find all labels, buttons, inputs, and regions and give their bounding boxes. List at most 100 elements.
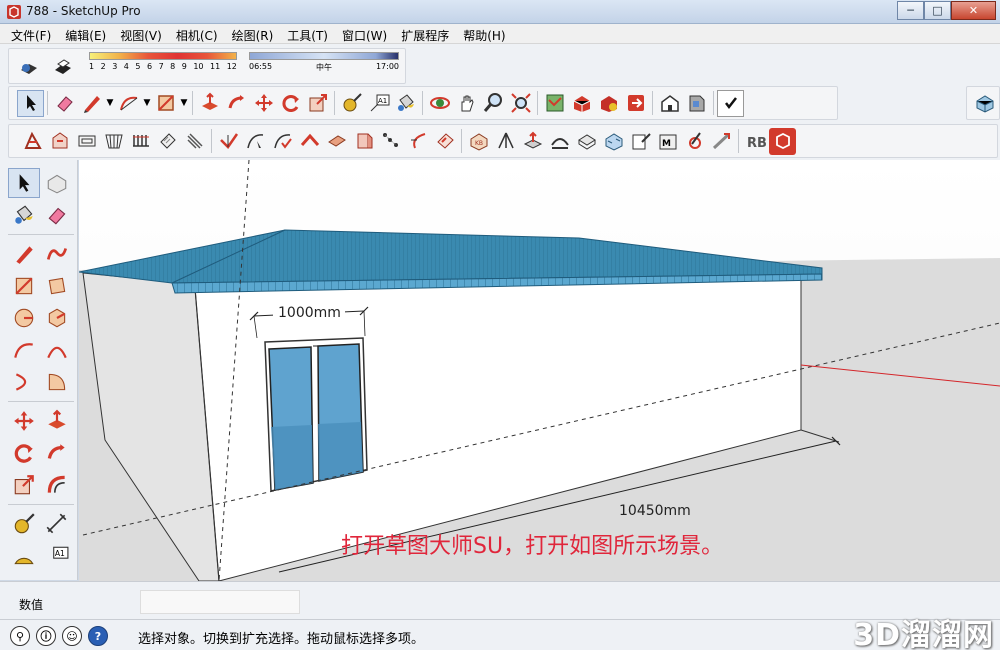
model-viewport[interactable]: 1000mm 10450mm 打开草图大师SU，打开如图所示场景。 — [79, 160, 1000, 581]
sketchup-extension-icon[interactable] — [769, 127, 796, 155]
menu-window[interactable]: 窗口(W) — [335, 24, 394, 44]
plugin-tool-23-icon[interactable] — [627, 128, 654, 155]
3d-warehouse-icon[interactable] — [568, 90, 595, 117]
paint-bucket-icon[interactable] — [8, 200, 40, 230]
credits-icon[interactable]: ⓘ — [36, 626, 56, 646]
plugin-tool-6-icon[interactable] — [154, 128, 181, 155]
plugin-tool-11-icon[interactable] — [296, 128, 323, 155]
plugin-tool-12-icon[interactable] — [323, 128, 350, 155]
scale-tool-icon[interactable] — [304, 90, 331, 117]
arc-tool-icon[interactable] — [115, 90, 142, 117]
pan-icon[interactable] — [453, 90, 480, 117]
three-point-arc-icon[interactable] — [8, 367, 40, 397]
plugin-tool-24-icon[interactable]: M — [654, 128, 681, 155]
rectangle-dropdown-icon[interactable]: ▼ — [179, 90, 189, 117]
pencil-dropdown-icon[interactable]: ▼ — [105, 90, 115, 117]
line-tool-icon[interactable] — [8, 239, 40, 269]
rotate-tool-icon[interactable] — [277, 90, 304, 117]
plugin-tool-14-icon[interactable] — [377, 128, 404, 155]
dimension-tool-icon[interactable] — [41, 509, 73, 539]
scale-tool-icon[interactable] — [8, 470, 40, 500]
arc-dropdown-icon[interactable]: ▼ — [142, 90, 152, 117]
plugin-tool-13-icon[interactable] — [350, 128, 377, 155]
rectangle-tool-icon[interactable] — [8, 271, 40, 301]
plugin-tool-10-icon[interactable] — [269, 128, 296, 155]
user-account-icon[interactable]: ☺ — [62, 626, 82, 646]
plugin-tool-8-icon[interactable] — [215, 128, 242, 155]
plugin-tool-9-icon[interactable] — [242, 128, 269, 155]
plugin-tool-22-icon[interactable] — [600, 128, 627, 155]
plugin-tool-1-icon[interactable] — [19, 128, 46, 155]
plugin-tool-17-icon[interactable]: KB — [465, 128, 492, 155]
plugin-tool-15-icon[interactable] — [404, 128, 431, 155]
text-tool-icon[interactable]: A1 — [41, 541, 73, 571]
plugin-tool-25-icon[interactable] — [681, 128, 708, 155]
menu-view[interactable]: 视图(V) — [113, 24, 169, 44]
menu-file[interactable]: 文件(F) — [4, 24, 58, 44]
maximize-button[interactable]: □ — [924, 1, 951, 20]
share-model-icon[interactable] — [595, 90, 622, 117]
push-pull-icon[interactable] — [196, 90, 223, 117]
eraser-tool-icon[interactable] — [41, 200, 73, 230]
extension-warehouse-icon[interactable] — [622, 90, 649, 117]
tape-measure-icon[interactable] — [338, 90, 365, 117]
arc-tool-icon[interactable] — [8, 335, 40, 365]
polygon-tool-icon[interactable] — [41, 303, 73, 333]
plugin-tool-26-icon[interactable] — [708, 128, 735, 155]
text-tool-icon[interactable]: A1 — [365, 90, 392, 117]
move-tool-icon[interactable] — [8, 406, 40, 436]
zoom-extents-icon[interactable] — [507, 90, 534, 117]
tape-measure-icon[interactable] — [8, 509, 40, 539]
move-tool-icon[interactable] — [250, 90, 277, 117]
follow-me-icon[interactable] — [41, 438, 73, 468]
pencil-tool-icon[interactable] — [78, 90, 105, 117]
shadow-settings-icon[interactable] — [15, 53, 42, 80]
help-icon[interactable]: ? — [88, 626, 108, 646]
rectangle-tool-icon[interactable] — [152, 90, 179, 117]
materials-icon[interactable] — [683, 90, 710, 117]
menu-edit[interactable]: 编辑(E) — [58, 24, 113, 44]
components-icon[interactable] — [656, 90, 683, 117]
vcb-input[interactable] — [140, 590, 300, 614]
menu-help[interactable]: 帮助(H) — [456, 24, 512, 44]
eraser-tool-icon[interactable] — [51, 90, 78, 117]
make-component-icon[interactable] — [41, 168, 73, 198]
plugin-tool-21-icon[interactable] — [573, 128, 600, 155]
menu-camera[interactable]: 相机(C) — [169, 24, 225, 44]
follow-me-icon[interactable] — [223, 90, 250, 117]
freehand-tool-icon[interactable] — [41, 239, 73, 269]
plugin-tool-16-icon[interactable] — [431, 128, 458, 155]
close-button[interactable]: ✕ — [951, 1, 996, 20]
offset-tool-icon[interactable] — [41, 470, 73, 500]
geo-location-icon[interactable] — [541, 90, 568, 117]
plugin-tool-5-icon[interactable] — [127, 128, 154, 155]
style-isometric-icon[interactable] — [971, 90, 998, 117]
select-tool-icon[interactable] — [8, 168, 40, 198]
zoom-icon[interactable] — [480, 90, 507, 117]
geo-location-status-icon[interactable]: ⚲ — [10, 626, 30, 646]
plugin-tool-2-icon[interactable] — [46, 128, 73, 155]
plugin-tool-4-icon[interactable] — [100, 128, 127, 155]
rotated-rectangle-icon[interactable] — [41, 271, 73, 301]
push-pull-icon[interactable] — [41, 406, 73, 436]
rotate-tool-icon[interactable] — [8, 438, 40, 468]
plugin-tool-3-icon[interactable] — [73, 128, 100, 155]
plugin-tool-19-icon[interactable] — [519, 128, 546, 155]
plugin-tool-20-icon[interactable] — [546, 128, 573, 155]
menu-extensions[interactable]: 扩展程序 — [394, 24, 456, 44]
month-slider[interactable]: 1 2 3 4 5 6 7 8 9 10 11 12 — [89, 52, 237, 71]
menu-draw[interactable]: 绘图(R) — [225, 24, 281, 44]
time-slider[interactable]: 06:55 中午 17:00 — [249, 52, 399, 73]
plugin-tool-18-icon[interactable] — [492, 128, 519, 155]
menu-tools[interactable]: 工具(T) — [280, 24, 335, 44]
ruby-console-icon[interactable]: RB — [742, 128, 769, 155]
paint-bucket-icon[interactable] — [392, 90, 419, 117]
pie-tool-icon[interactable] — [41, 367, 73, 397]
protractor-icon[interactable] — [8, 541, 40, 571]
minimize-button[interactable]: ─ — [897, 1, 924, 20]
two-point-arc-icon[interactable] — [41, 335, 73, 365]
shadow-toggle-icon[interactable] — [49, 53, 76, 80]
checkbox-icon[interactable] — [717, 89, 744, 117]
plugin-tool-7-icon[interactable] — [181, 128, 208, 155]
circle-tool-icon[interactable] — [8, 303, 40, 333]
